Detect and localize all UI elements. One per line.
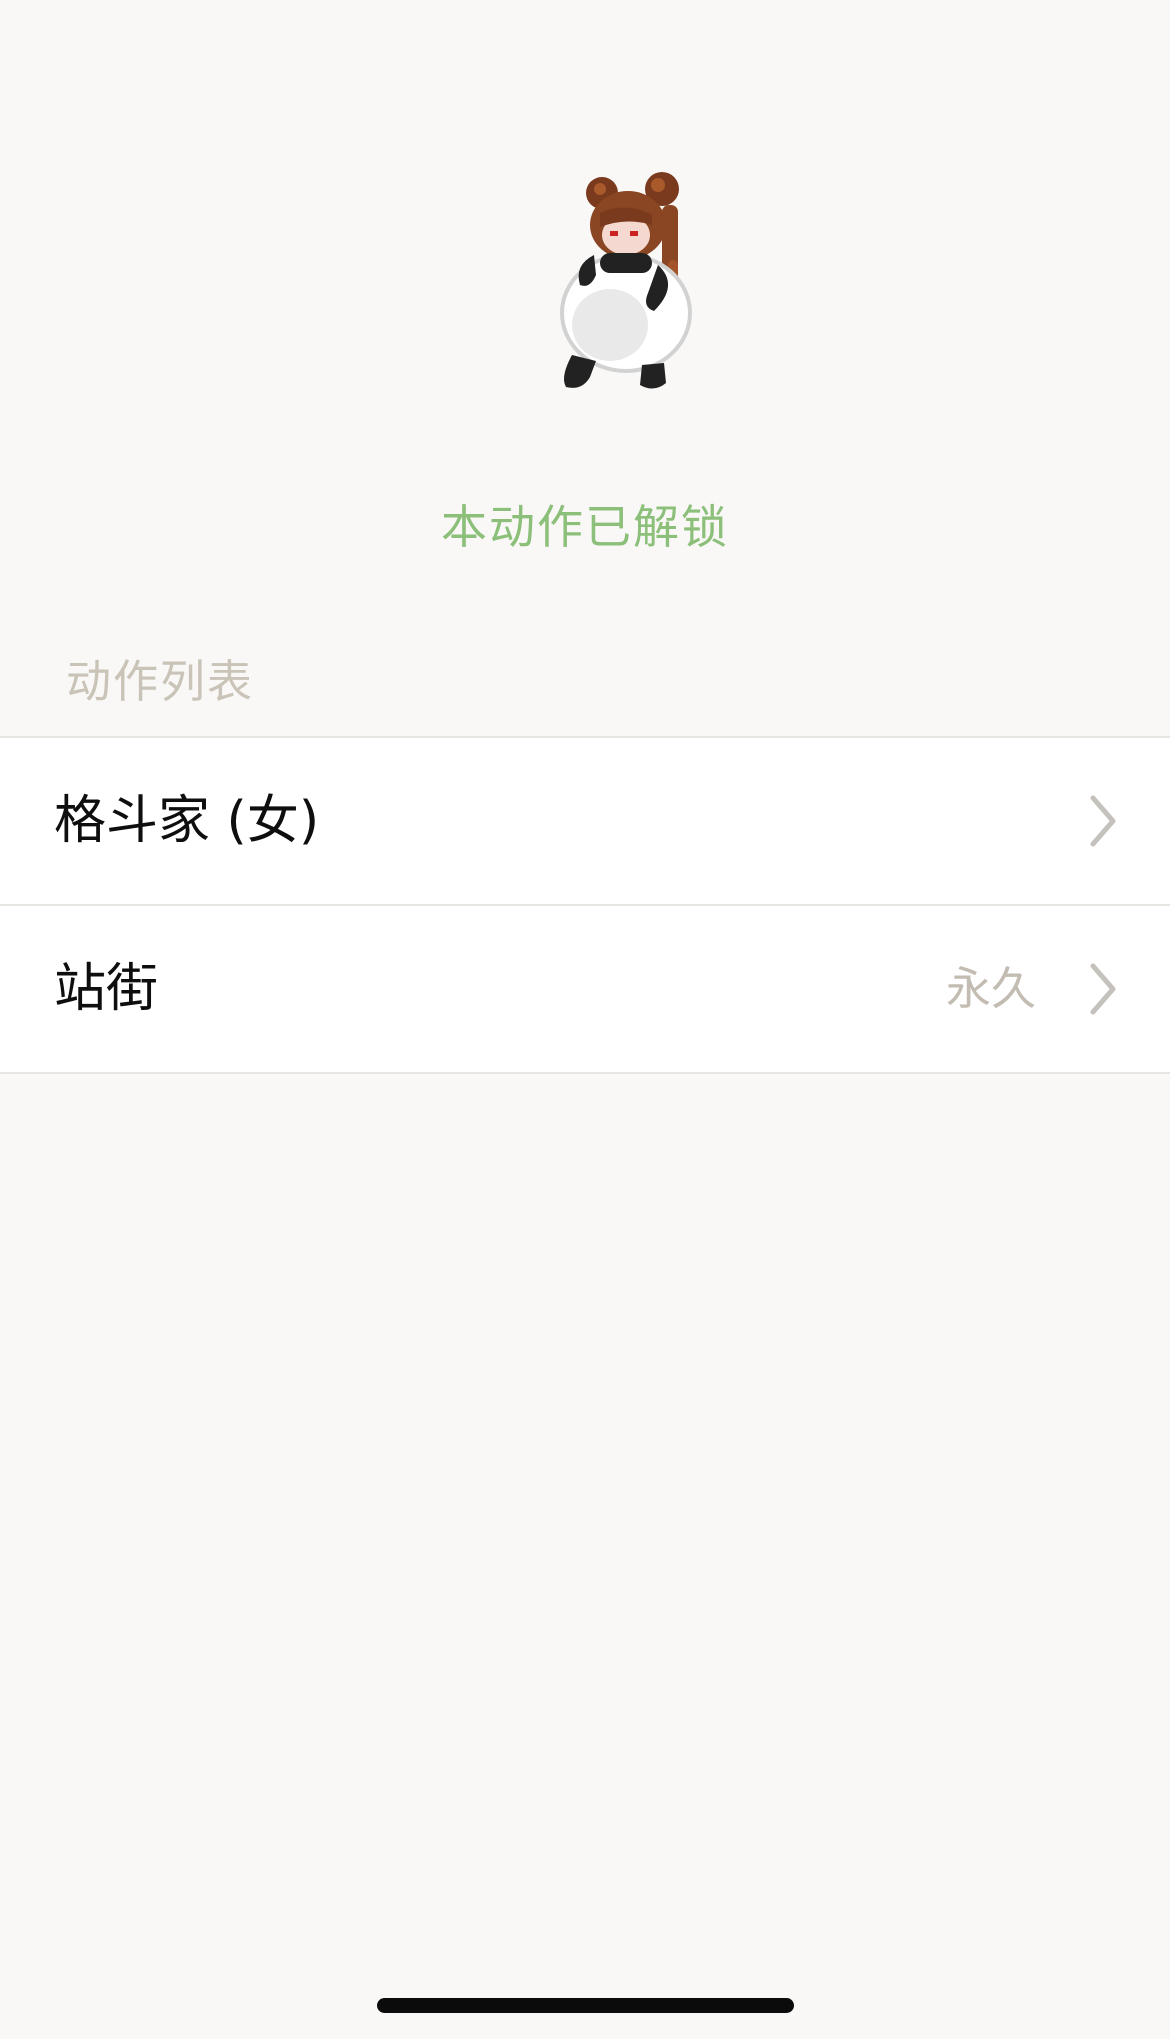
section-header-action-list: 动作列表 (66, 655, 255, 708)
home-indicator-bar[interactable] (377, 1998, 794, 2013)
chevron-right-icon (1090, 963, 1116, 1015)
chevron-right-icon (1090, 795, 1116, 847)
action-list: 格斗家 (女) 站街 永久 (0, 736, 1170, 1074)
list-item-label: 站街 (54, 959, 159, 1019)
list-item-street-stand[interactable]: 站街 永久 (0, 906, 1170, 1074)
unlock-status-text: 本动作已解锁 (441, 500, 729, 554)
list-item-label: 格斗家 (女) (54, 791, 320, 851)
list-item-duration-badge: 永久 (945, 962, 1036, 1015)
list-item-fighter-female[interactable]: 格斗家 (女) (0, 738, 1170, 906)
character-sprite-image (560, 172, 692, 389)
